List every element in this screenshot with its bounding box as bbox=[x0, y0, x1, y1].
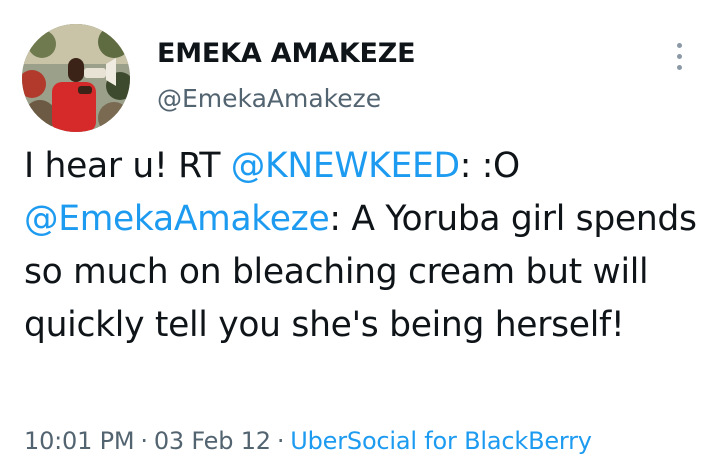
tweet-time[interactable]: 10:01 PM bbox=[24, 427, 135, 455]
separator: · bbox=[276, 427, 285, 455]
author-name[interactable]: EMEKA AMAKEZE bbox=[157, 38, 416, 69]
mention-link[interactable]: @EmekaAmakeze bbox=[24, 199, 330, 239]
avatar[interactable] bbox=[22, 24, 130, 132]
tweet-card: EMEKA AMAKEZE @EmekaAmakeze I hear u! RT… bbox=[0, 0, 719, 467]
tweet-text-mid: : :O bbox=[459, 146, 520, 186]
mention-link[interactable]: @KNEWKEED bbox=[231, 146, 460, 186]
tweet-metadata: 10:01 PM · 03 Feb 12 · UberSocial for BlackB… bbox=[24, 427, 592, 455]
author-handle[interactable]: @EmekaAmakeze bbox=[157, 84, 381, 113]
separator: · bbox=[140, 427, 148, 455]
avatar-photo bbox=[22, 24, 130, 132]
tweet-text-prefix: I hear u! RT bbox=[24, 146, 231, 186]
tweet-date[interactable]: 03 Feb 12 bbox=[154, 427, 271, 455]
source-link[interactable]: UberSocial for BlackBerry bbox=[290, 427, 592, 455]
more-vertical-icon[interactable] bbox=[664, 40, 694, 74]
tweet-text: I hear u! RT @KNEWKEED: :O @EmekaAmakeze… bbox=[24, 140, 704, 352]
